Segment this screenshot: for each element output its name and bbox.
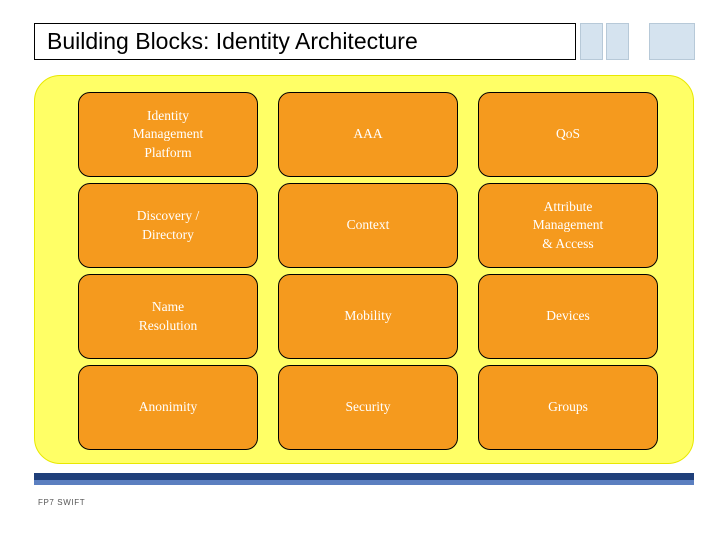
decorative-square-2 xyxy=(606,23,629,60)
block-label: Attribute Management & Access xyxy=(532,199,604,251)
footer-bar-dark xyxy=(34,473,694,480)
block-label: QoS xyxy=(555,126,580,142)
block-mobility: Mobility xyxy=(278,274,458,359)
block-label: Identity Management Platform xyxy=(132,108,204,160)
block-groups: Groups xyxy=(478,365,658,450)
block-anonimity: Anonimity xyxy=(78,365,258,450)
block-devices: Devices xyxy=(478,274,658,359)
block-label: Context xyxy=(346,217,390,233)
block-discovery-directory: Discovery / Directory xyxy=(78,183,258,268)
block-identity-management-platform: Identity Management Platform xyxy=(78,92,258,177)
block-label: Devices xyxy=(546,308,590,324)
block-label: Name Resolution xyxy=(138,299,198,333)
block-security: Security xyxy=(278,365,458,450)
block-label: Groups xyxy=(548,399,588,415)
block-label: AAA xyxy=(353,126,383,142)
decorative-square-1 xyxy=(580,23,603,60)
block-label: Anonimity xyxy=(138,399,198,415)
block-label: Mobility xyxy=(344,308,392,324)
block-qos: QoS xyxy=(478,92,658,177)
block-context: Context xyxy=(278,183,458,268)
block-label: Security xyxy=(345,399,391,415)
block-aaa: AAA xyxy=(278,92,458,177)
slide-title-box: Building Blocks: Identity Architecture xyxy=(34,23,576,60)
decorative-square-3 xyxy=(649,23,695,60)
page-title: Building Blocks: Identity Architecture xyxy=(47,28,418,54)
block-attribute-management-access: Attribute Management & Access xyxy=(478,183,658,268)
building-blocks-grid: Identity Management Platform AAA QoS Dis… xyxy=(78,92,658,450)
block-label: Discovery / Directory xyxy=(136,208,200,242)
footer-bar-light xyxy=(34,480,694,485)
block-name-resolution: Name Resolution xyxy=(78,274,258,359)
footer-label: FP7 SWIFT xyxy=(38,498,86,507)
